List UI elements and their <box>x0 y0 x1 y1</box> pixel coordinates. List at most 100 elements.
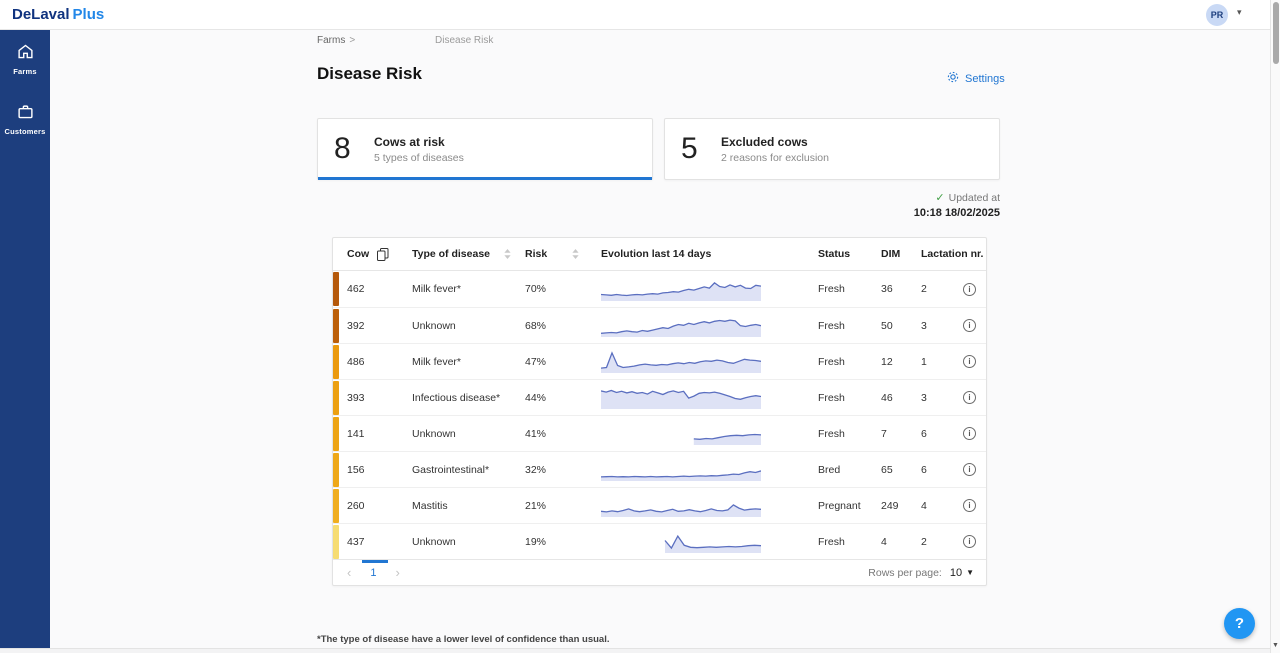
footnote: *The type of disease have a lower level … <box>317 634 609 645</box>
info-icon[interactable]: i <box>963 391 976 404</box>
horizontal-scrollbar[interactable] <box>0 648 1280 653</box>
sort-icon[interactable] <box>504 249 511 259</box>
col-header-disease: Type of disease <box>412 248 490 260</box>
disease-type: Milk fever* <box>412 283 525 295</box>
briefcase-icon <box>17 104 34 124</box>
table-row[interactable]: 141 Unknown 41% Fresh 7 6 i <box>333 415 986 451</box>
disease-type: Mastitis <box>412 500 525 512</box>
settings-button[interactable]: Settings <box>946 70 1005 87</box>
evolution-sparkline <box>593 311 818 340</box>
info-icon[interactable]: i <box>963 319 976 332</box>
table-row[interactable]: 437 Unknown 19% Fresh 4 2 i <box>333 523 986 559</box>
evolution-sparkline <box>593 347 818 376</box>
rows-per-page-select[interactable]: 10 <box>950 567 962 579</box>
col-header-lactation: Lactation nr. <box>921 248 983 260</box>
cow-status: Bred <box>818 464 881 476</box>
breadcrumb[interactable]: Farms> <box>317 35 355 46</box>
info-icon[interactable]: i <box>963 283 976 296</box>
breadcrumb-current: Disease Risk <box>435 35 493 46</box>
breadcrumb-farms[interactable]: Farms <box>317 35 345 46</box>
excluded-cows-count: 5 <box>681 132 705 166</box>
col-header-risk: Risk <box>525 248 547 260</box>
cow-id: 141 <box>339 428 412 440</box>
table-row[interactable]: 486 Milk fever* 47% Fresh 12 1 i <box>333 343 986 379</box>
col-header-status: Status <box>818 248 850 260</box>
evolution-sparkline <box>593 275 818 304</box>
lactation-number: 3 <box>921 392 963 404</box>
risk-percent: 32% <box>525 464 593 476</box>
prev-page-button[interactable]: ‹ <box>343 565 355 580</box>
brand-primary: DeLaval <box>12 6 70 23</box>
disease-type: Unknown <box>412 536 525 548</box>
disease-type: Infectious disease* <box>412 392 525 404</box>
table-row[interactable]: 156 Gastrointestinal* 32% Bred 65 6 i <box>333 451 986 487</box>
col-header-dim: DIM <box>881 248 900 260</box>
card-title: Cows at risk <box>374 135 464 149</box>
table-row[interactable]: 462 Milk fever* 70% Fresh 36 2 i <box>333 271 986 307</box>
evolution-sparkline <box>593 419 818 448</box>
risk-percent: 44% <box>525 392 593 404</box>
next-page-button[interactable]: › <box>391 565 403 580</box>
chevron-down-icon[interactable]: ▾ <box>1237 7 1242 18</box>
table-row[interactable]: 260 Mastitis 21% Pregnant 249 4 i <box>333 487 986 523</box>
sidebar-item-label: Farms <box>13 67 37 76</box>
info-icon[interactable]: i <box>963 535 976 548</box>
lactation-number: 2 <box>921 536 963 548</box>
pagination: ‹ 1 › Rows per page: 10 ▼ <box>333 559 986 585</box>
risk-percent: 47% <box>525 356 593 368</box>
updated-at: ✓ Updated at 10:18 18/02/2025 <box>700 191 1000 219</box>
info-icon[interactable]: i <box>963 355 976 368</box>
info-icon[interactable]: i <box>963 499 976 512</box>
sidebar-item-customers[interactable]: Customers <box>0 100 50 140</box>
sort-icon[interactable] <box>572 249 579 259</box>
table-row[interactable]: 392 Unknown 68% Fresh 50 3 i <box>333 307 986 343</box>
cow-status: Fresh <box>818 283 881 295</box>
copy-icon[interactable] <box>377 248 389 261</box>
sidebar-item-farms[interactable]: Farms <box>0 40 50 80</box>
card-excluded-cows[interactable]: 5 Excluded cows 2 reasons for exclusion <box>664 118 1000 180</box>
risk-percent: 41% <box>525 428 593 440</box>
cow-status: Pregnant <box>818 500 881 512</box>
card-subtitle: 5 types of diseases <box>374 152 464 164</box>
updated-label: Updated at <box>949 192 1000 204</box>
card-cows-at-risk[interactable]: 8 Cows at risk 5 types of diseases <box>317 118 653 180</box>
dim-value: 46 <box>881 392 921 404</box>
cow-id: 437 <box>339 536 412 548</box>
scrollbar-down-arrow[interactable]: ▼ <box>1271 642 1280 649</box>
evolution-sparkline <box>593 455 818 484</box>
risk-percent: 70% <box>525 283 593 295</box>
updated-timestamp: 10:18 18/02/2025 <box>700 207 1000 219</box>
cow-status: Fresh <box>818 428 881 440</box>
dim-value: 12 <box>881 356 921 368</box>
vertical-scrollbar[interactable]: ▼ <box>1270 0 1280 653</box>
brand-secondary: Plus <box>73 6 105 23</box>
disease-type: Milk fever* <box>412 356 525 368</box>
scrollbar-thumb[interactable] <box>1273 2 1279 64</box>
lactation-number: 6 <box>921 428 963 440</box>
evolution-sparkline <box>593 383 818 412</box>
sidebar-item-label: Customers <box>5 127 46 136</box>
risk-percent: 21% <box>525 500 593 512</box>
col-header-cow: Cow <box>347 248 369 260</box>
active-page-indicator <box>362 560 388 563</box>
barn-icon <box>17 44 34 64</box>
risk-percent: 19% <box>525 536 593 548</box>
page-title: Disease Risk <box>317 64 422 84</box>
chevron-down-icon[interactable]: ▼ <box>966 568 974 577</box>
app-logo[interactable]: DeLavalPlus <box>12 0 104 30</box>
lactation-number: 1 <box>921 356 963 368</box>
help-button[interactable]: ? <box>1224 608 1255 639</box>
info-icon[interactable]: i <box>963 427 976 440</box>
table-row[interactable]: 393 Infectious disease* 44% Fresh 46 3 i <box>333 379 986 415</box>
cows-at-risk-count: 8 <box>334 132 358 166</box>
cow-status: Fresh <box>818 320 881 332</box>
disease-type: Gastrointestinal* <box>412 464 525 476</box>
page-number[interactable]: 1 <box>370 567 376 579</box>
cow-id: 260 <box>339 500 412 512</box>
settings-label: Settings <box>965 73 1005 85</box>
cow-id: 486 <box>339 356 412 368</box>
check-icon: ✓ <box>935 192 944 204</box>
info-icon[interactable]: i <box>963 463 976 476</box>
cow-status: Fresh <box>818 536 881 548</box>
avatar[interactable]: PR <box>1206 4 1228 26</box>
